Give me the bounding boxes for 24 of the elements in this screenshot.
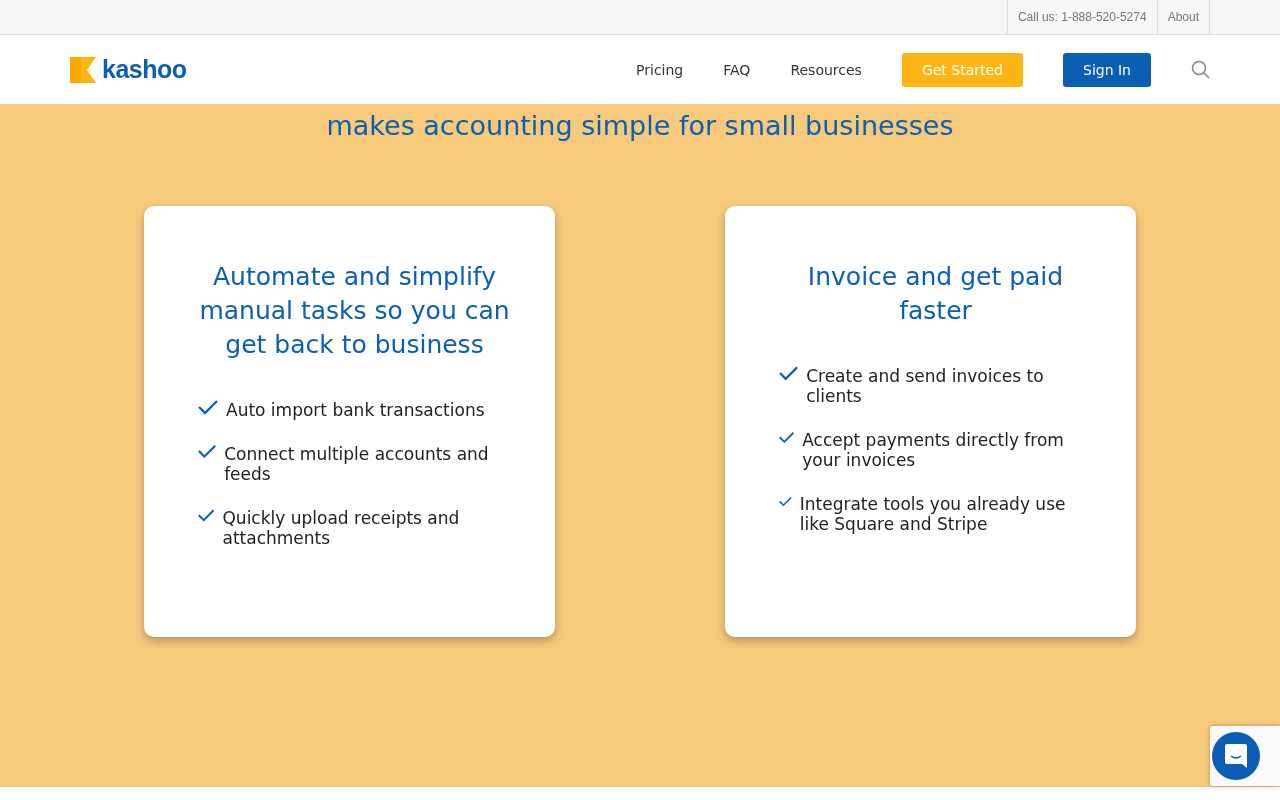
feature-item: Create and send invoices to clients (806, 366, 1045, 406)
logo-icon (70, 56, 96, 83)
check-icon (198, 508, 215, 524)
nav-link[interactable]: Resources (790, 61, 862, 78)
feature-item: Quickly upload receipts and attachments (222, 508, 461, 548)
chat-icon (1224, 743, 1248, 769)
feature-item: Connect multiple accounts and feeds (224, 444, 490, 484)
top-link[interactable]: About (1156, 0, 1210, 34)
check-icon (779, 430, 795, 446)
check-icon (198, 444, 217, 460)
check-icon (198, 400, 218, 416)
nav-link[interactable]: Pricing (636, 61, 684, 78)
card-title: Invoice and get paid faster (806, 261, 1065, 327)
nav-link[interactable]: FAQ (723, 61, 751, 78)
feature-item: Integrate tools you already use like Square and Stripe (799, 494, 1067, 534)
search-icon[interactable] (1191, 60, 1210, 79)
feature-item: Auto import bank transactions (226, 400, 485, 420)
headline: makes accounting simple for small businesses (326, 110, 954, 142)
logo-text[interactable]: kashoo (102, 55, 187, 84)
sign-in-button[interactable]: Sign In (1063, 52, 1151, 87)
check-icon (779, 366, 799, 382)
card-title: Automate and simplify manual tasks so you can get back to business (198, 261, 511, 361)
feature-item: Accept payments directly from your invoices (802, 430, 1065, 470)
top-link[interactable]: Call us: 1-888-520-5274 (1006, 0, 1157, 34)
